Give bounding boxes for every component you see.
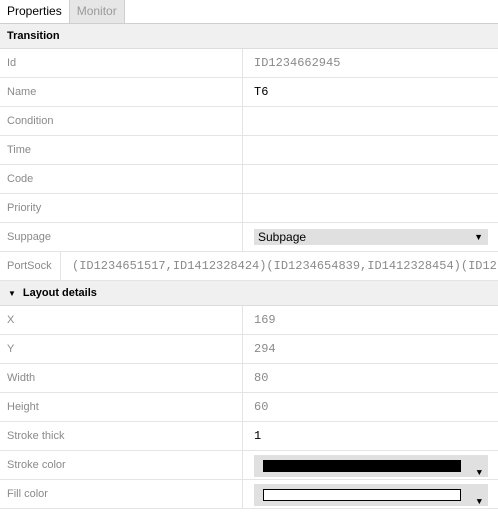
property-label: Priority: [0, 194, 243, 222]
property-row-code: Code: [0, 165, 498, 194]
time-field[interactable]: [243, 136, 498, 164]
property-label: Condition: [0, 107, 243, 135]
property-label: X: [0, 306, 243, 334]
fill-color-cell: ▼: [243, 480, 498, 508]
property-row-name: Name T6: [0, 78, 498, 107]
stroke-color-swatch: [263, 460, 461, 472]
tab-monitor[interactable]: Monitor: [69, 0, 125, 23]
property-label: PortSock: [0, 252, 61, 280]
chevron-down-icon: ▼: [476, 497, 482, 507]
property-row-portsock: PortSock (ID1234651517,ID1412328424)(ID1…: [0, 252, 498, 281]
code-field[interactable]: [243, 165, 498, 193]
property-label: Name: [0, 78, 243, 106]
subpage-cell: Subpage ▼: [243, 223, 498, 251]
property-label: Suppage: [0, 223, 243, 251]
property-label: Id: [0, 49, 243, 77]
section-title: Layout details: [22, 286, 97, 299]
x-value: 169: [254, 313, 276, 327]
property-row-condition: Condition: [0, 107, 498, 136]
chevron-down-icon: ▼: [476, 468, 482, 478]
property-row-stroke-thick: Stroke thick 1: [0, 422, 498, 451]
property-row-x: X 169: [0, 306, 498, 335]
property-label: Stroke thick: [0, 422, 243, 450]
name-field[interactable]: T6: [243, 78, 498, 106]
property-label: Time: [0, 136, 243, 164]
tab-properties[interactable]: Properties: [0, 0, 70, 23]
fill-color-swatch: [263, 489, 461, 501]
property-row-id: Id ID1234662945: [0, 49, 498, 78]
chevron-down-icon: ▼: [474, 232, 483, 242]
property-row-fill-color: Fill color ▼: [0, 480, 498, 509]
width-value: 80: [254, 371, 269, 385]
property-row-y: Y 294: [0, 335, 498, 364]
portsock-value: (ID1234651517,ID1412328424)(ID1234654839…: [72, 259, 497, 273]
condition-field[interactable]: [243, 107, 498, 135]
property-row-time: Time: [0, 136, 498, 165]
property-row-subpage: Suppage Subpage ▼: [0, 223, 498, 252]
property-label: Width: [0, 364, 243, 392]
height-value: 60: [254, 400, 269, 414]
subpage-select[interactable]: Subpage ▼: [254, 229, 488, 245]
property-label: Y: [0, 335, 243, 363]
subpage-selected-value: Subpage: [258, 230, 307, 244]
fill-color-picker[interactable]: ▼: [254, 484, 488, 507]
property-label: Stroke color: [0, 451, 243, 479]
section-title: Transition: [7, 29, 60, 42]
id-value: ID1234662945: [254, 56, 341, 70]
property-row-priority: Priority: [0, 194, 498, 223]
property-row-width: Width 80: [0, 364, 498, 393]
property-row-stroke-color: Stroke color ▼: [0, 451, 498, 480]
priority-field[interactable]: [243, 194, 498, 222]
property-label: Fill color: [0, 480, 243, 508]
stroke-color-cell: ▼: [243, 451, 498, 479]
stroke-color-picker[interactable]: ▼: [254, 455, 488, 478]
layout-section-header[interactable]: ▼ Layout details: [0, 281, 498, 306]
property-label: Height: [0, 393, 243, 421]
tab-bar: Properties Monitor: [0, 0, 498, 24]
collapse-caret-icon[interactable]: ▼: [8, 281, 16, 306]
stroke-thick-field[interactable]: 1: [243, 422, 498, 450]
transition-section-header: Transition: [0, 24, 498, 49]
property-row-height: Height 60: [0, 393, 498, 422]
property-label: Code: [0, 165, 243, 193]
y-value: 294: [254, 342, 276, 356]
